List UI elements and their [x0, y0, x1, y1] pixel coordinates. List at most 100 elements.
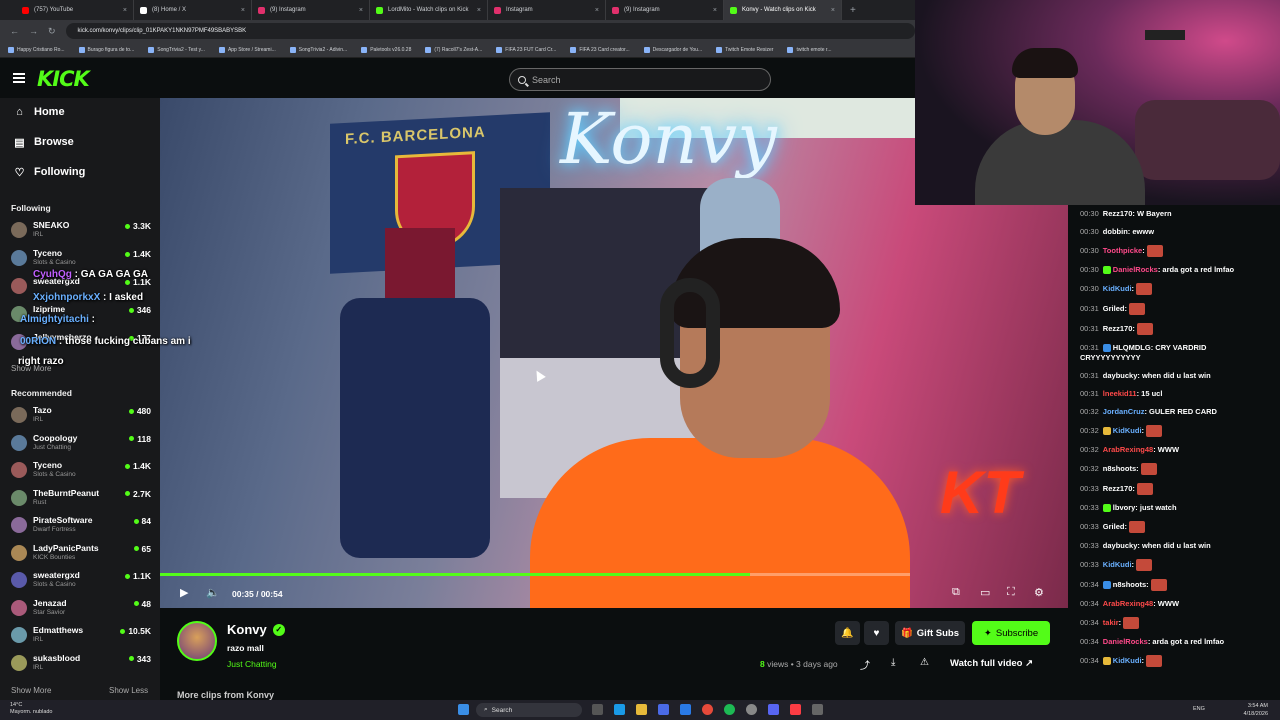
follow-button[interactable]: ♥ [864, 621, 889, 645]
tab-close-icon[interactable]: × [241, 7, 245, 14]
watch-full-video-link[interactable]: Watch full video ↗ [950, 658, 1033, 669]
chat-username[interactable]: HLQMDLG [1113, 343, 1151, 352]
theater-icon[interactable]: ▭ [980, 586, 990, 599]
tab-close-icon[interactable]: × [359, 7, 363, 14]
sidebar-channel[interactable]: Tazo IRL 480 [11, 403, 151, 427]
kick-logo[interactable]: KICK [37, 67, 90, 91]
chat-username[interactable]: dobbin [1103, 227, 1128, 236]
steam-icon[interactable] [746, 704, 757, 715]
channel-avatar[interactable] [177, 621, 217, 661]
chat-username[interactable]: ArabRexing48 [1103, 445, 1153, 454]
sidebar-channel[interactable]: Edmatthews IRL 10.5K [11, 623, 151, 647]
chat-username[interactable]: daybucky [1103, 371, 1138, 380]
chat-username[interactable]: lneekid11 [1103, 389, 1137, 398]
browser-tab[interactable]: (9) Instagram × [252, 0, 370, 20]
bookmark-item[interactable]: Happy Cristiano Ro... [8, 46, 65, 53]
chat-username[interactable]: DanielRocks [1103, 637, 1148, 646]
chat-username[interactable]: ArabRexing48 [1103, 599, 1153, 608]
url-field[interactable]: kick.com/konvy/clips/clip_01KPAKY1NKN97P… [65, 23, 915, 39]
clip-category[interactable]: Just Chatting [227, 659, 277, 669]
reload-icon[interactable]: ↻ [48, 26, 56, 37]
gift-subs-button[interactable]: 🎁 Gift Subs [895, 621, 965, 645]
windows-start-icon[interactable] [458, 704, 469, 715]
bookmark-item[interactable]: FIFA 23 FUT Card Cr... [496, 46, 556, 53]
download-icon[interactable]: ⤓ [891, 657, 895, 668]
mail-icon[interactable] [680, 704, 691, 715]
browser-tab[interactable]: (757) YouTube × [16, 0, 134, 20]
language-indicator[interactable]: ENG [1193, 706, 1205, 712]
play-icon[interactable]: ▶ [180, 586, 188, 599]
clock[interactable]: 3:54 AM 4/18/2026 [1244, 702, 1268, 718]
store-icon[interactable] [658, 704, 669, 715]
show-more-button[interactable]: Show More [11, 686, 51, 695]
bookmark-item[interactable]: twitch emote r... [787, 46, 831, 53]
sidebar-channel[interactable]: PirateSoftware Dwarf Fortress 84 [11, 513, 151, 537]
report-icon[interactable]: ⚠ [920, 657, 929, 668]
tab-close-icon[interactable]: × [123, 7, 127, 14]
progress-bar[interactable] [160, 573, 910, 576]
chat-username[interactable]: JordanCruz [1103, 407, 1145, 416]
task-view-icon[interactable] [592, 704, 603, 715]
bookmark-item[interactable]: Burago figura de to... [78, 46, 134, 53]
tab-close-icon[interactable]: × [713, 7, 717, 14]
subscribe-button[interactable]: ✦ Subscribe [972, 621, 1050, 645]
spotify-icon[interactable] [724, 704, 735, 715]
bookmark-item[interactable]: Descargador de You... [643, 46, 702, 53]
tab-close-icon[interactable]: × [595, 7, 599, 14]
share-icon[interactable]: ⤴ [860, 657, 870, 672]
sidebar-channel[interactable]: Coopology Just Chatting 118 [11, 431, 151, 455]
chat-username[interactable]: KidKudi [1103, 284, 1132, 293]
chat-username[interactable]: Rezz170 [1103, 484, 1133, 493]
new-tab-icon[interactable]: + [842, 5, 856, 16]
browser-tab[interactable]: Konvy - Watch clips on Kick × [724, 0, 842, 20]
fullscreen-icon[interactable]: ⛶ [1007, 586, 1015, 599]
browser-tab[interactable]: Instagram × [488, 0, 606, 20]
chat-username[interactable]: Rezz170 [1103, 324, 1133, 333]
forward-icon[interactable]: → [29, 26, 38, 36]
chat-username[interactable]: n8shoots [1113, 580, 1146, 589]
tab-close-icon[interactable]: × [477, 7, 481, 14]
chat-username[interactable]: n8shoots [1103, 464, 1136, 473]
bookmark-item[interactable]: Paletools v26.0.28 [361, 46, 411, 53]
channel-name[interactable]: Konvy ✓ [227, 622, 285, 637]
music-icon[interactable] [790, 704, 801, 715]
chat-username[interactable]: DanielRocks [1113, 265, 1158, 274]
app-icon[interactable] [812, 704, 823, 715]
bell-button[interactable]: 🔔 [835, 621, 860, 645]
chat-username[interactable]: lbvory [1113, 503, 1136, 512]
browser-tab[interactable]: LordMito - Watch clips on Kick × [370, 0, 488, 20]
chat-username[interactable]: KidKudi [1103, 560, 1132, 569]
bookmark-item[interactable]: (7) Racoll7's Zest-A... [425, 46, 482, 53]
sidebar-channel[interactable]: sweatergxd Slots & Casino 1.1K [11, 568, 151, 592]
bookmark-item[interactable]: App Store / Streami... [218, 46, 276, 53]
show-less-button[interactable]: Show Less [109, 686, 148, 695]
sidebar-channel[interactable]: Tyceno Slots & Casino 1.4K [11, 246, 151, 270]
chrome-icon[interactable] [702, 704, 713, 715]
discord-icon[interactable] [768, 704, 779, 715]
chat-username[interactable]: daybucky [1103, 541, 1138, 550]
browser-tab[interactable]: (9) Instagram × [606, 0, 724, 20]
tab-close-icon[interactable]: × [831, 7, 835, 14]
sidebar-channel[interactable]: TheBurntPeanut Rust 2.7K [11, 486, 151, 510]
chat-username[interactable]: Griled [1103, 522, 1125, 531]
taskbar-search[interactable]: ⌕ Search [476, 703, 582, 717]
sidebar-nav-home[interactable]: ⌂ Home [14, 106, 64, 118]
pip-icon[interactable]: ⧉ [952, 586, 960, 599]
bookmark-item[interactable]: SongTrivia2 - Test y... [148, 46, 205, 53]
back-icon[interactable]: ← [10, 26, 19, 36]
sidebar-channel[interactable]: LadyPanicPants KICK Bounties 65 [11, 541, 151, 565]
bookmark-item[interactable]: SongTrivia2 - Adivin... [289, 46, 347, 53]
search-input[interactable]: Search [509, 68, 771, 91]
bookmark-item[interactable]: Twitch Emote Resizer [716, 46, 773, 53]
menu-icon[interactable] [13, 73, 25, 83]
bookmark-item[interactable]: FIFA 23 Card creator... [570, 46, 630, 53]
sidebar-nav-following[interactable]: ♡ Following [14, 166, 86, 179]
file-explorer-icon[interactable] [636, 704, 647, 715]
sidebar-channel[interactable]: SNEAKO IRL 3.3K [11, 218, 151, 242]
edge-icon[interactable] [614, 704, 625, 715]
weather-widget[interactable]: 14°C Mayorm. nublado [10, 702, 53, 716]
settings-icon[interactable]: ⚙ [1034, 586, 1044, 599]
sidebar-nav-browse[interactable]: ▤ Browse [14, 136, 73, 149]
volume-icon[interactable]: 🔈 [206, 586, 220, 599]
chat-username[interactable]: Toothpicke [1103, 246, 1142, 255]
